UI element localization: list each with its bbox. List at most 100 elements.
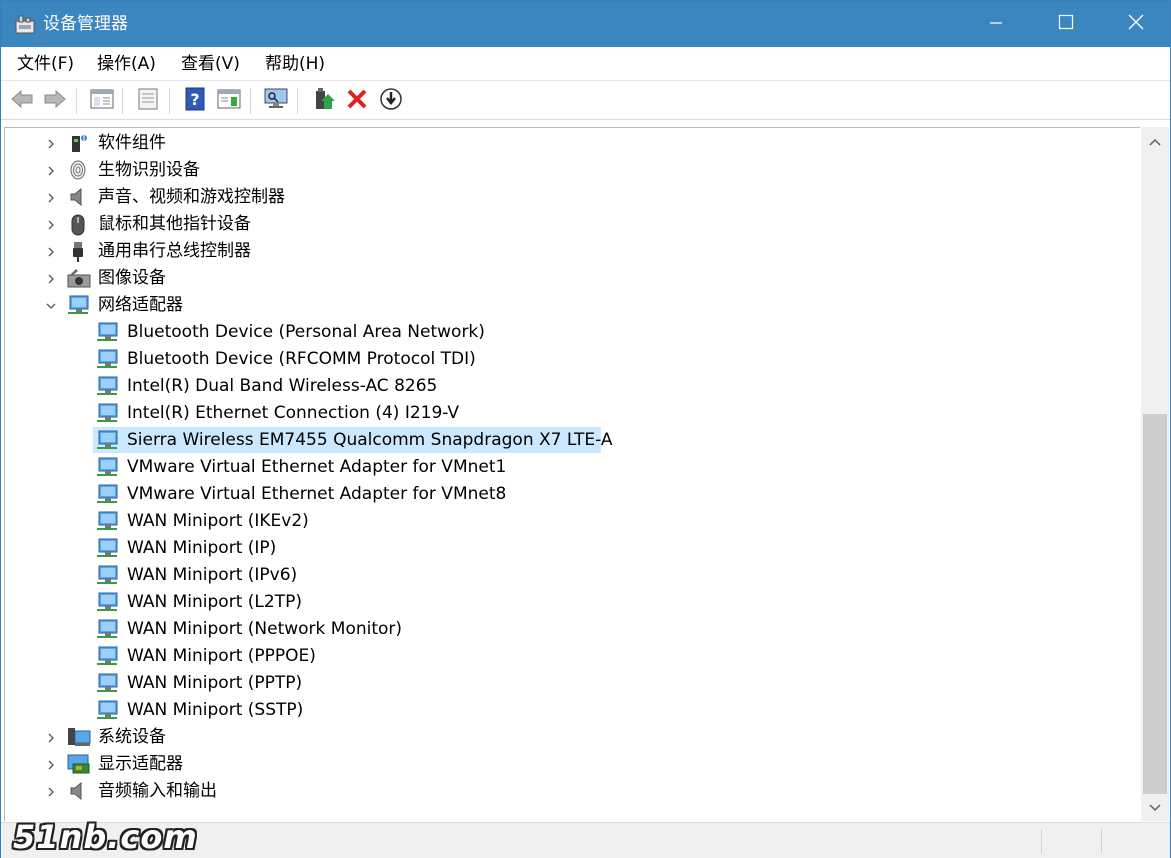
- network-adapter-icon: [96, 646, 118, 666]
- scroll-thumb[interactable]: [1143, 414, 1167, 794]
- tree-label: WAN Miniport (IPv6): [127, 565, 298, 585]
- tree-label: WAN Miniport (PPPOE): [127, 646, 316, 666]
- scroll-down-button[interactable]: [1141, 793, 1169, 821]
- scan-hardware-button[interactable]: [263, 88, 289, 114]
- chevron-right-icon[interactable]: [44, 730, 58, 744]
- system-device-icon: [67, 727, 91, 747]
- chevron-right-icon[interactable]: [44, 190, 58, 204]
- tree-category-biometric-devices[interactable]: 生物识别设备: [5, 157, 1135, 183]
- tree-item-network-adapter[interactable]: WAN Miniport (SSTP): [5, 697, 1135, 723]
- network-adapter-icon: [67, 295, 89, 315]
- tree-category-imaging-devices[interactable]: 图像设备: [5, 265, 1135, 291]
- menu-view[interactable]: 查看(V): [181, 53, 240, 75]
- chevron-right-icon[interactable]: [44, 784, 58, 798]
- tree-label: 网络适配器: [98, 295, 183, 315]
- menu-file[interactable]: 文件(F): [17, 53, 74, 75]
- vertical-scrollbar[interactable]: [1141, 127, 1169, 821]
- watermark-logo: 51nb.com: [13, 818, 198, 856]
- tree-item-network-adapter[interactable]: WAN Miniport (Network Monitor): [5, 616, 1135, 642]
- chevron-up-icon: [1149, 132, 1161, 151]
- properties-button[interactable]: [135, 88, 161, 114]
- tree-item-network-adapter[interactable]: WAN Miniport (IKEv2): [5, 508, 1135, 534]
- toolbar-separator: [122, 88, 123, 114]
- menu-bar: 文件(F) 操作(A) 查看(V) 帮助(H): [1, 47, 1170, 81]
- tree-label: Sierra Wireless EM7455 Qualcomm Snapdrag…: [127, 430, 613, 450]
- tree-category-display-adapters[interactable]: 显示适配器: [5, 751, 1135, 777]
- network-adapter-icon: [96, 700, 118, 720]
- tree-label: Bluetooth Device (RFCOMM Protocol TDI): [127, 349, 476, 369]
- tree-category-system-devices[interactable]: 系统设备: [5, 724, 1135, 750]
- toolbar-separator: [297, 88, 298, 114]
- chevron-right-icon[interactable]: [44, 757, 58, 771]
- properties-icon: [137, 88, 159, 114]
- toolbar-separator: [76, 88, 77, 114]
- menu-help[interactable]: 帮助(H): [265, 53, 325, 75]
- show-hide-console-tree-button[interactable]: [89, 88, 115, 114]
- status-separator: [1101, 829, 1102, 853]
- tree-item-network-adapter-selected[interactable]: Sierra Wireless EM7455 Qualcomm Snapdrag…: [5, 427, 1135, 453]
- tree-label: WAN Miniport (IP): [127, 538, 277, 558]
- close-icon: [1128, 14, 1144, 34]
- tree-item-network-adapter[interactable]: WAN Miniport (IP): [5, 535, 1135, 561]
- tree-item-network-adapter[interactable]: Bluetooth Device (RFCOMM Protocol TDI): [5, 346, 1135, 372]
- tree-item-network-adapter[interactable]: Intel(R) Ethernet Connection (4) I219-V: [5, 400, 1135, 426]
- tree-category-audio-inputs-outputs[interactable]: 音频输入和输出: [5, 778, 1135, 804]
- tree-item-network-adapter[interactable]: VMware Virtual Ethernet Adapter for VMne…: [5, 481, 1135, 507]
- tree-category-sound-video-game[interactable]: 声音、视频和游戏控制器: [5, 184, 1135, 210]
- tree-item-network-adapter[interactable]: WAN Miniport (PPPOE): [5, 643, 1135, 669]
- tree-label: Intel(R) Ethernet Connection (4) I219-V: [127, 403, 460, 423]
- tree-label: WAN Miniport (Network Monitor): [127, 619, 403, 639]
- network-adapter-icon: [96, 349, 118, 369]
- disable-device-button[interactable]: [378, 88, 404, 114]
- network-adapter-icon: [96, 322, 118, 342]
- tree-label: VMware Virtual Ethernet Adapter for VMne…: [127, 457, 507, 477]
- network-adapter-icon: [96, 403, 118, 423]
- tree-item-network-adapter[interactable]: WAN Miniport (PPTP): [5, 670, 1135, 696]
- tree-category-usb-controllers[interactable]: 通用串行总线控制器: [5, 238, 1135, 264]
- action-pane-button[interactable]: [216, 88, 242, 114]
- tree-item-network-adapter[interactable]: Intel(R) Dual Band Wireless-AC 8265: [5, 373, 1135, 399]
- close-button[interactable]: [1101, 1, 1171, 47]
- mouse-icon: [67, 214, 89, 236]
- chevron-right-icon[interactable]: [44, 217, 58, 231]
- tree-category-software-components[interactable]: 软件组件: [5, 130, 1135, 156]
- back-button[interactable]: [9, 88, 35, 114]
- show-hide-console-tree-icon: [90, 88, 114, 114]
- uninstall-device-button[interactable]: [344, 88, 370, 114]
- tree-category-network-adapters[interactable]: 网络适配器: [5, 292, 1135, 318]
- tree-label: 软件组件: [98, 133, 166, 153]
- tree-item-network-adapter[interactable]: VMware Virtual Ethernet Adapter for VMne…: [5, 454, 1135, 480]
- tree-label: Bluetooth Device (Personal Area Network): [127, 322, 485, 342]
- device-manager-window: 设备管理器 文件(F) 操作(A) 查看(V) 帮助(H) ? 软件组件 生物识…: [0, 0, 1171, 858]
- scroll-up-button[interactable]: [1141, 127, 1169, 155]
- toolbar-separator: [250, 88, 251, 114]
- speaker-icon: [67, 187, 89, 207]
- tree-label: VMware Virtual Ethernet Adapter for VMne…: [127, 484, 507, 504]
- minimize-icon: [989, 15, 1003, 34]
- tree-item-network-adapter[interactable]: WAN Miniport (L2TP): [5, 589, 1135, 615]
- menu-action[interactable]: 操作(A): [97, 53, 156, 75]
- update-driver-button[interactable]: [310, 88, 336, 114]
- chevron-right-icon[interactable]: [44, 271, 58, 285]
- network-adapter-icon: [96, 538, 118, 558]
- fingerprint-icon: [67, 160, 89, 180]
- tree-label: 生物识别设备: [98, 160, 200, 180]
- minimize-button[interactable]: [961, 1, 1031, 47]
- audio-io-icon: [67, 781, 89, 801]
- chevron-right-icon[interactable]: [44, 136, 58, 150]
- forward-button[interactable]: [42, 88, 68, 114]
- chevron-down-icon[interactable]: [44, 298, 58, 312]
- maximize-button[interactable]: [1031, 1, 1101, 47]
- tree-item-network-adapter[interactable]: WAN Miniport (IPv6): [5, 562, 1135, 588]
- tree-item-network-adapter[interactable]: Bluetooth Device (Personal Area Network): [5, 319, 1135, 345]
- title-bar[interactable]: 设备管理器: [1, 1, 1170, 47]
- chevron-right-icon[interactable]: [44, 163, 58, 177]
- chevron-right-icon[interactable]: [44, 244, 58, 258]
- toolbar: ?: [1, 82, 1170, 120]
- network-adapter-icon: [96, 430, 118, 450]
- chevron-down-icon: [1149, 798, 1161, 817]
- help-button[interactable]: ?: [182, 87, 208, 114]
- device-tree[interactable]: 软件组件 生物识别设备 声音、视频和游戏控制器 鼠标和其他指针设备 通用串行总线…: [4, 127, 1140, 821]
- tree-category-mice[interactable]: 鼠标和其他指针设备: [5, 211, 1135, 237]
- tree-label: WAN Miniport (L2TP): [127, 592, 302, 612]
